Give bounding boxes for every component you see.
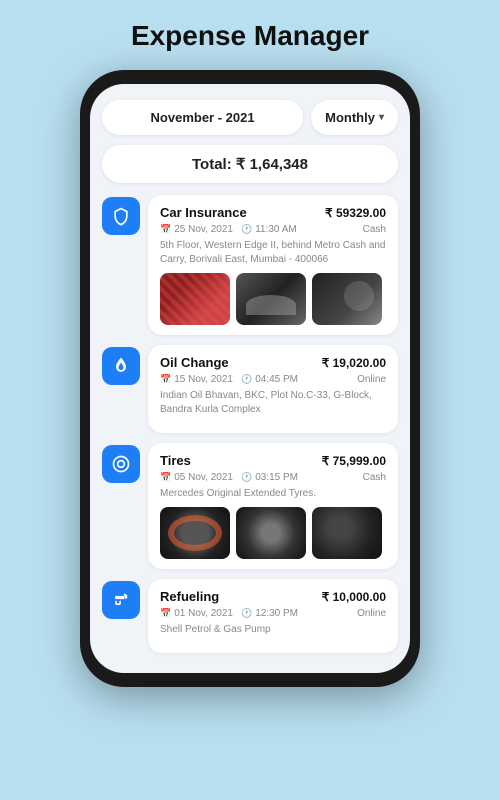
car-insurance-card: Car Insurance ₹ 59329.00 📅 25 Nov, 2021 … — [148, 195, 398, 335]
expense-description: Indian Oil Bhavan, BKC, Plot No.C-33, G-… — [160, 389, 386, 417]
expense-time: 🕐 12:30 PM — [241, 608, 298, 619]
expense-payment: Cash — [363, 224, 386, 235]
refueling-card: Refueling ₹ 10,000.00 📅 01 Nov, 2021 🕐 1… — [148, 579, 398, 653]
clock-icon: 🕐 — [241, 374, 252, 385]
list-item: Oil Change ₹ 19,020.00 📅 15 Nov, 2021 🕐 … — [102, 345, 398, 433]
list-item: Car Insurance ₹ 59329.00 📅 25 Nov, 2021 … — [102, 195, 398, 335]
expense-date: 📅 05 Nov, 2021 — [160, 472, 233, 483]
calendar-icon: 📅 — [160, 472, 171, 483]
expense-meta: 📅 25 Nov, 2021 🕐 11:30 AM Cash — [160, 224, 386, 235]
expense-meta: 📅 15 Nov, 2021 🕐 04:45 PM Online — [160, 374, 386, 385]
calendar-icon: 📅 — [160, 224, 171, 235]
expense-image-2 — [236, 273, 306, 325]
phone-screen: November - 2021 Monthly ▾ Total: ₹ 1,64,… — [90, 84, 410, 673]
date-selector[interactable]: November - 2021 — [102, 100, 303, 135]
expense-meta: 📅 05 Nov, 2021 🕐 03:15 PM Cash — [160, 472, 386, 483]
expense-name: Car Insurance — [160, 205, 247, 220]
expense-images — [160, 273, 386, 325]
expense-payment: Online — [357, 374, 386, 385]
clock-icon: 🕐 — [241, 224, 252, 235]
expense-image-3 — [312, 273, 382, 325]
clock-icon: 🕐 — [241, 608, 252, 619]
expense-image-1 — [160, 507, 230, 559]
total-display: Total: ₹ 1,64,348 — [102, 145, 398, 183]
expense-image-2 — [236, 507, 306, 559]
tires-card: Tires ₹ 75,999.00 📅 05 Nov, 2021 🕐 03:15… — [148, 443, 398, 569]
expense-image-1 — [160, 273, 230, 325]
expense-name: Oil Change — [160, 355, 229, 370]
expense-description: 5th Floor, Western Edge II, behind Metro… — [160, 239, 386, 267]
expense-date: 📅 25 Nov, 2021 — [160, 224, 233, 235]
calendar-icon: 📅 — [160, 608, 171, 619]
expense-list: Car Insurance ₹ 59329.00 📅 25 Nov, 2021 … — [102, 195, 398, 653]
expense-top-row: Tires ₹ 75,999.00 — [160, 453, 386, 468]
header-row: November - 2021 Monthly ▾ — [102, 100, 398, 135]
expense-top-row: Car Insurance ₹ 59329.00 — [160, 205, 386, 220]
oil-change-card: Oil Change ₹ 19,020.00 📅 15 Nov, 2021 🕐 … — [148, 345, 398, 433]
refueling-icon — [102, 581, 140, 619]
chevron-down-icon: ▾ — [379, 112, 384, 123]
period-selector[interactable]: Monthly ▾ — [311, 100, 398, 135]
tires-icon — [102, 445, 140, 483]
expense-top-row: Refueling ₹ 10,000.00 — [160, 589, 386, 604]
expense-payment: Online — [357, 608, 386, 619]
expense-time: 🕐 04:45 PM — [241, 374, 298, 385]
expense-top-row: Oil Change ₹ 19,020.00 — [160, 355, 386, 370]
app-title: Expense Manager — [131, 20, 369, 52]
clock-icon: 🕐 — [241, 472, 252, 483]
expense-name: Refueling — [160, 589, 219, 604]
list-item: Tires ₹ 75,999.00 📅 05 Nov, 2021 🕐 03:15… — [102, 443, 398, 569]
expense-date: 📅 01 Nov, 2021 — [160, 608, 233, 619]
expense-payment: Cash — [363, 472, 386, 483]
period-label: Monthly — [325, 110, 375, 125]
expense-amount: ₹ 10,000.00 — [322, 590, 386, 604]
expense-date: 📅 15 Nov, 2021 — [160, 374, 233, 385]
expense-amount: ₹ 75,999.00 — [322, 454, 386, 468]
expense-image-3 — [312, 507, 382, 559]
car-insurance-icon — [102, 197, 140, 235]
oil-change-icon — [102, 347, 140, 385]
expense-description: Shell Petrol & Gas Pump — [160, 623, 386, 637]
expense-amount: ₹ 19,020.00 — [322, 356, 386, 370]
expense-images — [160, 507, 386, 559]
expense-amount: ₹ 59329.00 — [325, 206, 386, 220]
expense-time: 🕐 11:30 AM — [241, 224, 297, 235]
list-item: Refueling ₹ 10,000.00 📅 01 Nov, 2021 🕐 1… — [102, 579, 398, 653]
calendar-icon: 📅 — [160, 374, 171, 385]
expense-description: Mercedes Original Extended Tyres. — [160, 487, 386, 501]
phone-shell: November - 2021 Monthly ▾ Total: ₹ 1,64,… — [80, 70, 420, 687]
expense-time: 🕐 03:15 PM — [241, 472, 298, 483]
expense-name: Tires — [160, 453, 191, 468]
expense-meta: 📅 01 Nov, 2021 🕐 12:30 PM Online — [160, 608, 386, 619]
